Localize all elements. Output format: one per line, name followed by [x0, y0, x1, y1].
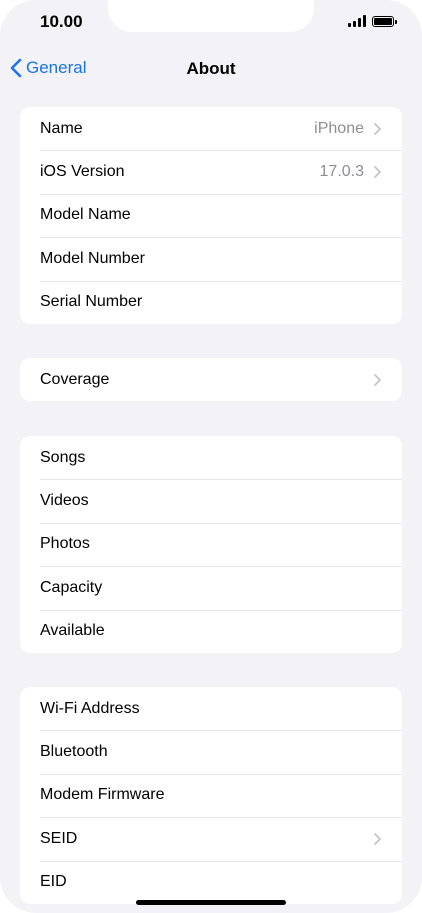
row-seid[interactable]: SEID — [20, 817, 402, 860]
row-label: Model Number — [40, 249, 145, 267]
row-value: 17.0.3 — [319, 163, 364, 181]
row-label: Name — [40, 119, 83, 137]
row-label: Songs — [40, 448, 86, 466]
phone-screen: 10.00 General About Name iPhone iOS Versio… — [0, 0, 422, 913]
row-value: iPhone — [314, 119, 364, 137]
chevron-right-icon — [374, 373, 381, 386]
row-model-number[interactable]: Model Number — [20, 237, 402, 280]
settings-group: Wi-Fi Address Bluetooth Modem Firmware SEID… — [20, 687, 402, 904]
battery-icon — [372, 15, 397, 27]
row-label: Modem Firmware — [40, 786, 165, 804]
row-label: Serial Number — [40, 293, 143, 311]
navigation-bar: General About — [0, 50, 422, 86]
row-label: Capacity — [40, 578, 103, 596]
row-label: Model Name — [40, 206, 131, 224]
row-label: Wi-Fi Address — [40, 699, 140, 717]
row-label: Coverage — [40, 370, 110, 388]
status-bar: 10.00 — [0, 0, 422, 50]
row-model-name[interactable]: Model Name — [20, 193, 402, 237]
row-eid[interactable]: EID — [20, 860, 402, 904]
settings-group: Songs Videos Photos Capacity Available — [20, 436, 402, 653]
row-bluetooth[interactable]: Bluetooth — [20, 730, 402, 773]
row-label: Bluetooth — [40, 743, 108, 761]
row-photos[interactable]: Photos — [20, 522, 402, 566]
row-coverage[interactable]: Coverage — [20, 358, 402, 401]
row-label: SEID — [40, 829, 78, 847]
row-capacity[interactable]: Capacity — [20, 566, 402, 609]
chevron-right-icon — [374, 122, 381, 135]
row-wi-fi-address[interactable]: Wi-Fi Address — [20, 687, 402, 730]
row-name[interactable]: Name iPhone — [20, 107, 402, 150]
home-indicator[interactable] — [136, 900, 286, 905]
chevron-right-icon — [374, 166, 381, 178]
notch — [108, 0, 314, 32]
row-label: Photos — [40, 535, 90, 553]
status-icons — [348, 15, 397, 27]
settings-group: Name iPhone iOS Version 17.0.3 Model Name Mod… — [20, 107, 402, 324]
row-modem-firmware[interactable]: Modem Firmware — [20, 773, 402, 817]
cellular-signal-icon — [348, 15, 366, 27]
page-title: About — [186, 59, 236, 78]
row-label: iOS Version — [40, 163, 125, 181]
row-ios-version[interactable]: iOS Version 17.0.3 — [20, 150, 402, 193]
chevron-right-icon — [374, 832, 381, 845]
row-songs[interactable]: Songs — [20, 436, 402, 479]
row-videos[interactable]: Videos — [20, 479, 402, 522]
settings-group: Coverage — [20, 358, 402, 402]
row-label: EID — [40, 873, 67, 891]
row-label: Available — [40, 622, 105, 640]
row-label: Videos — [40, 492, 89, 510]
row-serial-number[interactable]: Serial Number — [20, 280, 402, 324]
status-time: 10.00 — [40, 12, 83, 31]
row-available[interactable]: Available — [20, 609, 402, 653]
